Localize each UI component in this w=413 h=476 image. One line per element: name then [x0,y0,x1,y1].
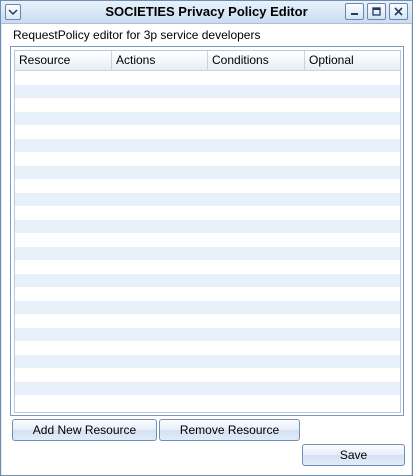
empty-row [15,165,400,179]
empty-row [15,381,400,395]
empty-row [15,327,400,341]
window-controls [345,3,408,20]
empty-row [15,233,400,247]
empty-row [15,219,400,233]
minimize-button[interactable] [345,3,364,20]
empty-row [15,71,400,85]
column-header-optional[interactable]: Optional [305,51,400,70]
table-body[interactable] [15,71,400,409]
empty-row [15,354,400,368]
empty-row [15,111,400,125]
column-header-conditions[interactable]: Conditions [208,51,305,70]
content-panel: RequestPolicy editor for 3p service deve… [2,24,411,475]
empty-row [15,246,400,260]
column-header-resource[interactable]: Resource [15,51,112,70]
resource-table[interactable]: Resource Actions Conditions Optional [14,50,401,413]
empty-row [15,206,400,220]
empty-row [15,125,400,139]
app-window: SOCIETIES Privacy Policy Editor RequestP… [0,0,413,476]
resource-table-frame: Resource Actions Conditions Optional [10,46,404,416]
empty-row [15,314,400,328]
editor-subtitle: RequestPolicy editor for 3p service deve… [13,28,261,42]
empty-row [15,152,400,166]
empty-row [15,138,400,152]
empty-row [15,84,400,98]
empty-row [15,98,400,112]
empty-row [15,273,400,287]
empty-row [15,341,400,355]
empty-row [15,179,400,193]
minimize-icon [351,13,358,15]
empty-row [15,395,400,409]
title-bar[interactable]: SOCIETIES Privacy Policy Editor [1,1,412,24]
close-button[interactable] [389,3,408,20]
table-header: Resource Actions Conditions Optional [15,51,400,71]
add-new-resource-button[interactable]: Add New Resource [12,419,157,441]
maximize-button[interactable] [367,3,386,20]
column-header-actions[interactable]: Actions [112,51,208,70]
remove-resource-button[interactable]: Remove Resource [159,419,300,441]
save-button[interactable]: Save [302,444,405,466]
empty-row [15,287,400,301]
empty-row [15,260,400,274]
maximize-icon [372,7,381,16]
close-icon [394,7,403,16]
empty-row [15,192,400,206]
empty-row [15,368,400,382]
empty-row [15,300,400,314]
